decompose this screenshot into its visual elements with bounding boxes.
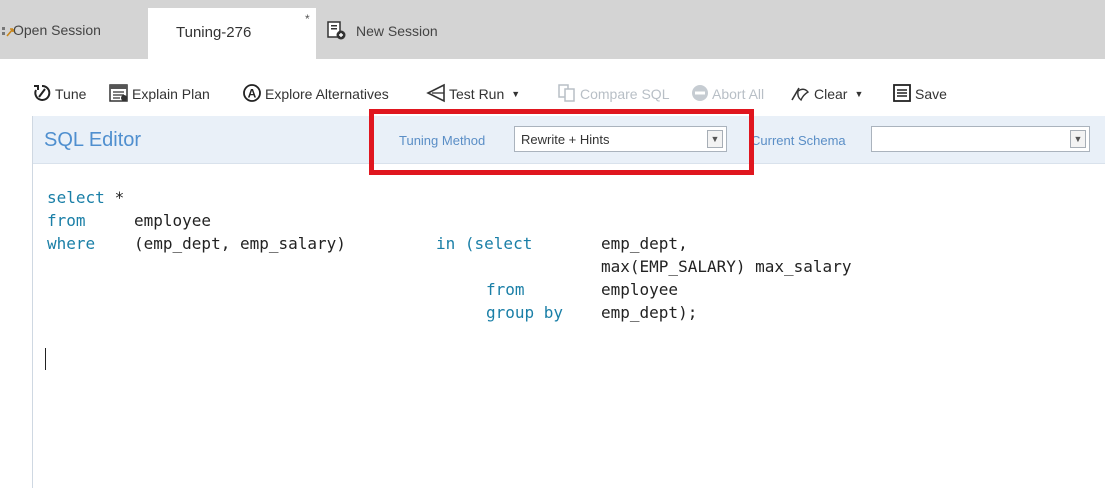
compare-sql-button[interactable]: Compare SQL xyxy=(557,82,669,106)
toolbar: Tune Explain Plan A Explore Alternatives… xyxy=(0,82,1105,108)
explain-plan-label: Explain Plan xyxy=(132,86,210,102)
open-session-icon xyxy=(2,25,14,41)
chevron-down-icon[interactable]: ▼ xyxy=(707,130,723,148)
code-line: group by emp_dept); xyxy=(47,301,697,324)
sql-editor-panel: SQL Editor Tuning Method Rewrite + Hints… xyxy=(32,109,1105,488)
explore-alternatives-button[interactable]: A Explore Alternatives xyxy=(242,82,389,106)
tab-open-session[interactable]: Open Session xyxy=(0,8,148,59)
tab-strip: Open Session Tuning-276 * New Session xyxy=(0,0,1105,59)
compare-sql-label: Compare SQL xyxy=(580,86,670,102)
code-line: where (emp_dept, emp_salary) in (select … xyxy=(47,232,688,255)
save-icon xyxy=(892,83,912,106)
compare-sql-icon xyxy=(557,83,577,106)
sql-text: emp_dept, xyxy=(601,234,688,253)
clear-button[interactable]: Clear ▼ xyxy=(789,82,863,106)
tab-label: Open Session xyxy=(13,22,101,38)
code-line: max(EMP_SALARY) max_salary xyxy=(47,255,851,278)
tune-label: Tune xyxy=(55,86,87,102)
clear-dropdown-icon[interactable]: ▼ xyxy=(854,89,863,99)
abort-icon xyxy=(691,84,709,105)
tab-label: New Session xyxy=(356,23,438,39)
save-label: Save xyxy=(915,86,947,102)
current-schema-label: Current Schema xyxy=(751,133,846,148)
sql-text: (emp_dept, emp_salary) xyxy=(134,234,346,253)
explore-alternatives-label: Explore Alternatives xyxy=(265,86,389,102)
tab-tuning-276[interactable]: Tuning-276 * xyxy=(148,8,316,59)
clear-label: Clear xyxy=(814,86,848,102)
abort-all-button[interactable]: Abort All xyxy=(691,82,764,106)
sql-text: employee xyxy=(601,280,679,299)
sql-keyword: from xyxy=(47,211,86,230)
explain-plan-button[interactable]: Explain Plan xyxy=(109,82,210,106)
abort-all-label: Abort All xyxy=(712,86,765,102)
test-run-dropdown-icon[interactable]: ▼ xyxy=(511,89,520,99)
sql-text: employee xyxy=(134,211,212,230)
broom-icon xyxy=(789,83,811,106)
modified-marker: * xyxy=(305,12,310,26)
tune-icon xyxy=(32,83,52,106)
code-line: from employee xyxy=(47,278,678,301)
sql-text: emp_dept); xyxy=(601,303,698,322)
tuning-method-label: Tuning Method xyxy=(399,133,486,148)
sql-keyword: where xyxy=(47,234,96,253)
new-session-icon xyxy=(326,21,348,44)
tab-label: Tuning-276 xyxy=(176,24,252,41)
chevron-down-icon[interactable]: ▼ xyxy=(1070,130,1086,148)
tab-new-session[interactable]: New Session xyxy=(322,8,482,59)
sql-text: max(EMP_SALARY) max_salary xyxy=(601,257,852,276)
test-run-button[interactable]: Test Run ▼ xyxy=(426,82,520,106)
sql-keyword: in (select xyxy=(436,234,533,253)
tuning-method-value: Rewrite + Hints xyxy=(521,132,610,147)
alternatives-icon: A xyxy=(242,83,262,106)
save-button[interactable]: Save xyxy=(892,82,947,106)
current-schema-select[interactable]: ▼ xyxy=(871,126,1090,152)
tune-button[interactable]: Tune xyxy=(32,82,86,106)
test-run-icon xyxy=(426,83,446,106)
sql-keyword: select xyxy=(47,188,105,207)
test-run-label: Test Run xyxy=(449,86,505,102)
code-line: from employee xyxy=(47,209,211,232)
editor-title: SQL Editor xyxy=(44,129,142,151)
explain-plan-icon xyxy=(109,83,129,106)
sql-keyword: from xyxy=(486,280,525,299)
text-cursor xyxy=(45,348,46,370)
svg-text:A: A xyxy=(248,86,257,100)
tuning-method-select[interactable]: Rewrite + Hints ▼ xyxy=(514,126,727,152)
code-line: select * xyxy=(47,186,124,209)
sql-keyword: group by xyxy=(486,303,564,322)
editor-header: SQL Editor Tuning Method Rewrite + Hints… xyxy=(33,109,1105,175)
sql-text: * xyxy=(105,188,125,207)
